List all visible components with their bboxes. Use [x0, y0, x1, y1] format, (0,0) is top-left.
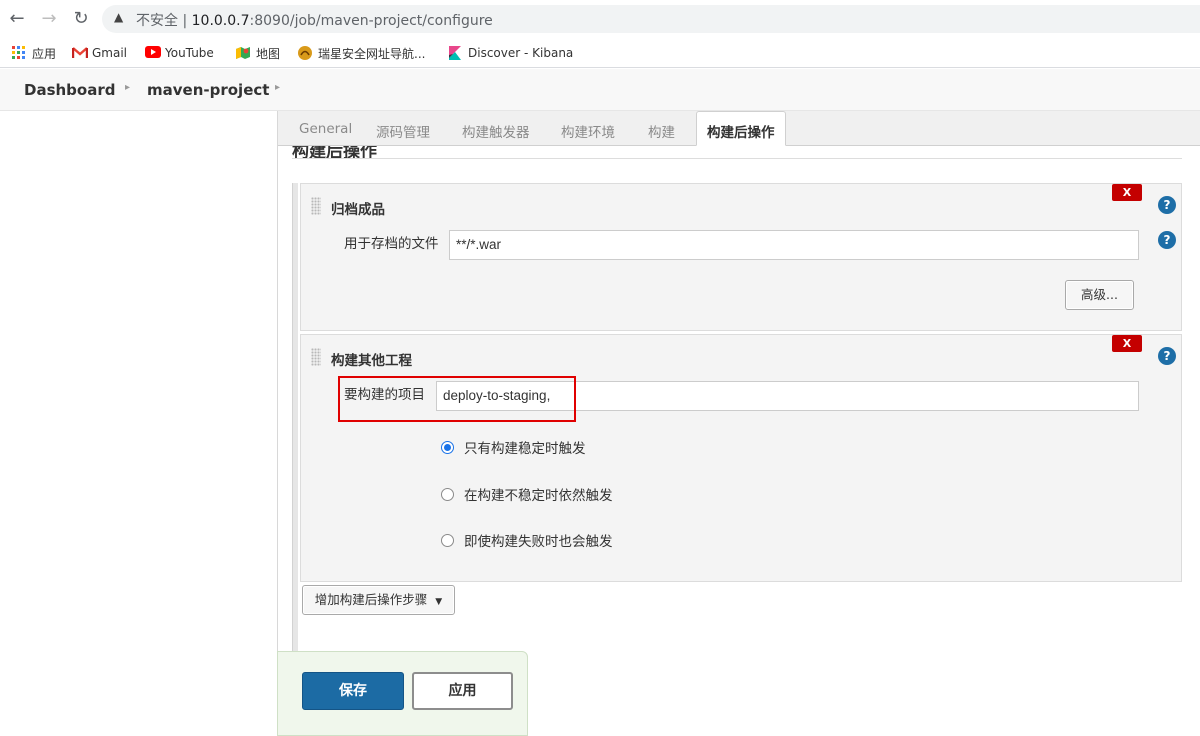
- archive-artifacts-block: 归档成品 X ? 用于存档的文件 **/*.war ? 高级...: [300, 183, 1182, 331]
- build-other-projects-block: 构建其他工程 X ? 要构建的项目 deploy-to-staging, 只有构…: [300, 334, 1182, 582]
- tab-post-build[interactable]: 构建后操作: [696, 111, 786, 146]
- save-button[interactable]: 保存: [302, 672, 404, 710]
- archive-files-input[interactable]: **/*.war: [449, 230, 1139, 260]
- help-icon[interactable]: ?: [1158, 347, 1176, 365]
- delete-button[interactable]: X: [1112, 335, 1142, 352]
- button-label: 增加构建后操作步骤: [314, 592, 428, 607]
- warning-icon: ▲: [114, 10, 124, 24]
- bookmark-label: 应用: [32, 46, 57, 61]
- radio-unselected[interactable]: [441, 533, 454, 547]
- bookmark-label: YouTube: [165, 46, 214, 60]
- trigger-option-failed[interactable]: 即使构建失败时也会触发: [441, 530, 613, 550]
- insecure-label: 不安全: [136, 13, 178, 29]
- option-label: 只有构建稳定时触发: [464, 441, 586, 457]
- block-title: 归档成品: [331, 202, 385, 218]
- bookmark-rising[interactable]: 瑞星安全网址导航...: [298, 44, 425, 62]
- field-label: 用于存档的文件: [344, 236, 439, 252]
- kibana-icon: [448, 46, 462, 60]
- bookmark-gmail[interactable]: Gmail: [71, 44, 128, 62]
- advanced-button[interactable]: 高级...: [1065, 280, 1134, 310]
- bookmarks-bar: 应用 Gmail YouTube 地图 瑞星安全网址导航... Discover…: [0, 38, 1200, 68]
- delete-button[interactable]: X: [1112, 184, 1142, 201]
- tab-scm[interactable]: 源码管理: [376, 121, 430, 141]
- bookmark-label: Discover - Kibana: [468, 46, 574, 60]
- radio-unselected[interactable]: [441, 487, 454, 501]
- breadcrumb-dashboard[interactable]: Dashboard: [24, 81, 115, 99]
- youtube-icon: [145, 46, 161, 60]
- config-panel: General 源码管理 构建触发器 构建环境 构建 构建后操作 构建后操作 归…: [277, 111, 1200, 736]
- bookmark-label: 地图: [256, 46, 281, 61]
- bookmark-label: Gmail: [92, 46, 128, 60]
- back-icon[interactable]: ←: [6, 8, 28, 30]
- rising-icon: [298, 46, 312, 60]
- tab-environment[interactable]: 构建环境: [561, 121, 615, 141]
- form-actions: 保存 应用: [277, 651, 528, 736]
- bookmark-maps[interactable]: 地图: [236, 44, 280, 62]
- trigger-option-stable[interactable]: 只有构建稳定时触发: [441, 437, 586, 457]
- field-label: 要构建的项目: [344, 387, 425, 403]
- bookmark-apps[interactable]: 应用: [12, 44, 56, 62]
- drag-handle-icon[interactable]: [311, 348, 321, 366]
- help-icon[interactable]: ?: [1158, 231, 1176, 249]
- gmail-icon: [71, 46, 89, 60]
- config-tabs: General 源码管理 构建触发器 构建环境 构建 构建后操作: [278, 111, 1200, 146]
- option-label: 即使构建失败时也会触发: [464, 534, 613, 550]
- tab-build[interactable]: 构建: [648, 121, 675, 141]
- tab-triggers[interactable]: 构建触发器: [462, 121, 530, 141]
- option-label: 在构建不稳定时依然触发: [464, 488, 613, 504]
- reload-icon[interactable]: ↻: [70, 8, 92, 30]
- radio-selected[interactable]: [441, 440, 454, 454]
- apps-grid-icon: [12, 46, 26, 60]
- tab-general[interactable]: General: [299, 121, 352, 137]
- maps-icon: [236, 46, 250, 60]
- section-indent-bar: [292, 183, 298, 693]
- chevron-right-icon: ▸: [275, 82, 281, 93]
- url-text: 不安全 | 10.0.0.7:8090/job/maven-project/co…: [136, 13, 493, 29]
- breadcrumb: Dashboard ▸ maven-project ▸: [0, 69, 1200, 111]
- chevron-right-icon: ▸: [125, 82, 131, 93]
- forward-icon[interactable]: →: [38, 8, 60, 30]
- apply-button[interactable]: 应用: [412, 672, 513, 710]
- add-post-build-step-button[interactable]: 增加构建后操作步骤 ▼: [302, 585, 455, 615]
- address-bar[interactable]: ▲ 不安全 | 10.0.0.7:8090/job/maven-project/…: [102, 5, 1200, 33]
- section-divider: [292, 158, 1182, 159]
- block-title: 构建其他工程: [331, 353, 412, 369]
- bookmark-label: 瑞星安全网址导航...: [318, 46, 426, 61]
- browser-toolbar: ← → ↻ ▲ 不安全 | 10.0.0.7:8090/job/maven-pr…: [0, 0, 1200, 38]
- breadcrumb-project[interactable]: maven-project: [147, 81, 269, 99]
- url-path: :8090/job/maven-project/configure: [249, 13, 493, 29]
- trigger-option-unstable[interactable]: 在构建不稳定时依然触发: [441, 484, 613, 504]
- projects-to-build-input[interactable]: deploy-to-staging,: [436, 381, 1139, 411]
- url-host: 10.0.0.7: [191, 13, 250, 29]
- help-icon[interactable]: ?: [1158, 196, 1176, 214]
- caret-down-icon: ▼: [435, 597, 443, 607]
- bookmark-youtube[interactable]: YouTube: [145, 44, 214, 62]
- drag-handle-icon[interactable]: [311, 197, 321, 215]
- bookmark-kibana[interactable]: Discover - Kibana: [448, 44, 573, 62]
